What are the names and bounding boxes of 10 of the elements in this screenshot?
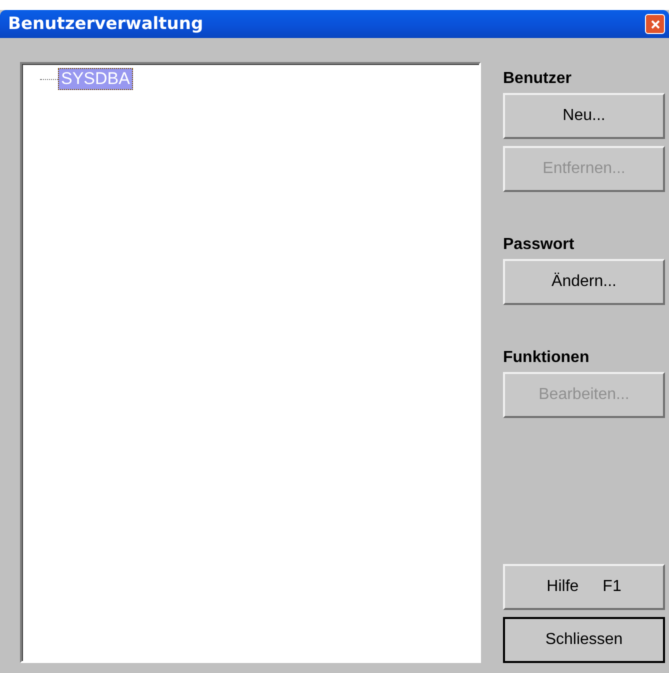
window-title: Benutzerverwaltung — [8, 14, 204, 34]
section-heading: Funktionen — [503, 349, 590, 367]
dialog-button[interactable]: Hilfe F1 — [503, 564, 665, 610]
close-button[interactable] — [645, 14, 665, 34]
section-heading: Passwort — [503, 236, 576, 254]
close-icon — [648, 18, 662, 30]
section-heading: Benutzer — [503, 70, 572, 88]
action-button[interactable]: Ändern... — [503, 259, 665, 305]
action-button[interactable]: Neu... — [503, 93, 665, 139]
dialog-button[interactable]: Schliessen — [503, 617, 665, 663]
